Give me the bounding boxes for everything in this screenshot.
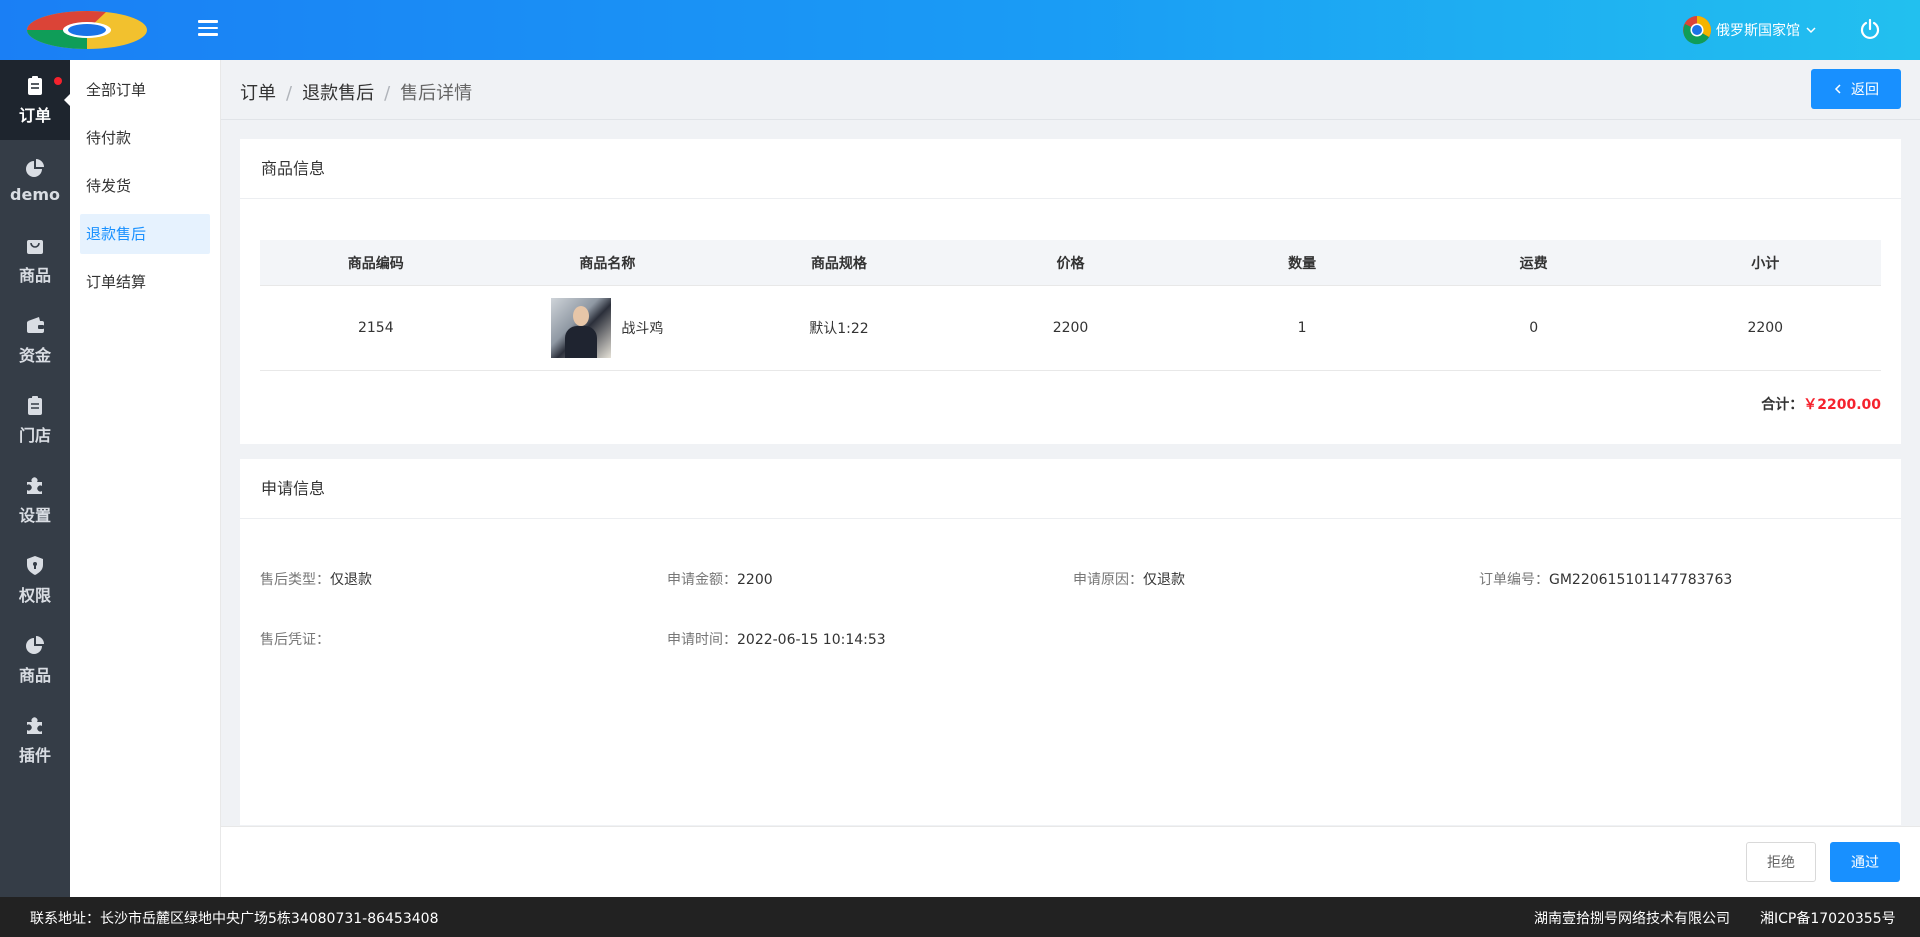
sidebar-item-label: 权限 — [18, 586, 51, 605]
table-header: 商品编码 商品名称 商品规格 价格 数量 运费 小计 — [260, 240, 1881, 286]
puzzle-icon — [27, 717, 42, 734]
column-header: 商品规格 — [810, 255, 867, 272]
product-name-cell: 战斗鸡 — [492, 286, 724, 370]
sidebar-item-store[interactable]: 门店 — [0, 380, 70, 460]
product-spec: 默认1:22 — [809, 321, 869, 337]
info-order-number: 订单编号：GM220615101147783763 — [1479, 572, 1733, 588]
card-title: 商品信息 — [240, 139, 1901, 199]
submenu-item-pending-payment[interactable]: 待付款 — [80, 118, 210, 158]
column-header: 小计 — [1751, 255, 1780, 272]
sidebar-item-label: 订单 — [18, 106, 51, 125]
product-info-card: 商品信息 商品编码 商品名称 商品规格 价格 数量 运费 小计 2154 战斗鸡… — [240, 139, 1901, 444]
sidebar-item-plugins[interactable]: 插件 — [0, 700, 70, 780]
total-label: 合计： — [1761, 397, 1804, 413]
info-refund-proof: 售后凭证： — [260, 632, 330, 648]
sidebar-item-label: 资金 — [18, 346, 51, 365]
puzzle-icon — [27, 477, 42, 494]
shield-icon — [27, 556, 43, 575]
column-header: 运费 — [1519, 255, 1548, 272]
chevron-left-icon — [1834, 84, 1841, 94]
product-thumbnail[interactable] — [551, 298, 612, 358]
pie-chart-icon — [26, 636, 44, 654]
breadcrumb-item-order[interactable]: 订单 — [240, 83, 276, 104]
sidebar-item-goods[interactable]: 商品 — [0, 220, 70, 300]
column-header: 商品编码 — [347, 255, 404, 272]
sidebar-item-label: demo — [10, 184, 60, 204]
back-button-label: 返回 — [1851, 82, 1879, 98]
order-submenu: 全部订单 待付款 待发货 退款售后 订单结算 — [70, 60, 221, 897]
product-name: 战斗鸡 — [621, 321, 664, 337]
action-bar: 拒绝 通过 — [221, 826, 1920, 897]
menu-toggle-icon[interactable] — [198, 20, 218, 40]
footer-company: 湖南壹拾捌号网络技术有限公司 — [1534, 911, 1730, 927]
footer-icp[interactable]: 湘ICP备17020355号 — [1760, 908, 1896, 928]
clipboard-icon — [28, 396, 42, 415]
page-footer: 联系地址：长沙市岳麓区绿地中央广场5栋34080731-86453408 湖南壹… — [0, 897, 1920, 937]
sidebar-item-label: 商品 — [18, 266, 51, 285]
sidebar-item-label: 商品 — [18, 666, 51, 685]
logo-icon[interactable] — [26, 10, 148, 50]
sidebar-item-demo[interactable]: demo — [0, 140, 70, 220]
wallet-icon — [27, 317, 44, 333]
product-qty: 1 — [1297, 320, 1307, 336]
sidebar-item-settings[interactable]: 设置 — [0, 460, 70, 540]
card-title: 申请信息 — [240, 459, 1901, 519]
notification-dot — [54, 77, 62, 85]
store-name: 俄罗斯国家馆 — [1716, 23, 1800, 39]
order-total: 合计：￥2200.00 — [1761, 394, 1881, 414]
chrome-icon — [1683, 16, 1711, 45]
sidebar-item-label: 设置 — [18, 506, 51, 525]
sidebar-item-label: 门店 — [18, 426, 51, 445]
back-button[interactable]: 返回 — [1811, 69, 1901, 109]
product-code: 2154 — [357, 320, 394, 336]
breadcrumb: 订单 / 退款售后 / 售后详情 — [240, 79, 472, 105]
column-header: 价格 — [1056, 255, 1085, 272]
sidebar-item-goods-2[interactable]: 商品 — [0, 620, 70, 700]
product-table: 商品编码 商品名称 商品规格 价格 数量 运费 小计 2154 战斗鸡 默认1:… — [260, 240, 1881, 371]
approve-button[interactable]: 通过 — [1830, 842, 1900, 882]
top-header: 俄罗斯国家馆 — [0, 0, 1920, 60]
clipboard-icon — [28, 76, 42, 95]
column-header: 数量 — [1288, 255, 1317, 272]
bag-icon — [27, 240, 43, 254]
sidebar-item-order[interactable]: 订单 — [0, 60, 70, 140]
apply-info-card: 申请信息 售后类型：仅退款 申请金额：2200 申请原因：仅退款 订单编号：GM… — [240, 459, 1901, 825]
reject-button[interactable]: 拒绝 — [1746, 842, 1816, 882]
submenu-item-settlement[interactable]: 订单结算 — [80, 262, 210, 302]
submenu-item-pending-shipment[interactable]: 待发货 — [80, 166, 210, 206]
info-apply-time: 申请时间：2022-06-15 10:14:53 — [667, 632, 886, 648]
product-shipping: 0 — [1529, 320, 1539, 336]
table-row: 2154 战斗鸡 默认1:22 2200 1 0 2200 — [260, 286, 1881, 371]
breadcrumb-item-refund[interactable]: 退款售后 — [302, 83, 374, 104]
power-icon[interactable] — [1859, 18, 1881, 40]
info-refund-type: 售后类型：仅退款 — [260, 572, 372, 588]
breadcrumb-separator: / — [286, 83, 293, 104]
info-apply-reason: 申请原因：仅退款 — [1073, 572, 1185, 588]
product-price: 2200 — [1052, 320, 1089, 336]
breadcrumb-item-detail: 售后详情 — [400, 83, 473, 104]
chevron-down-icon — [1806, 27, 1816, 34]
column-header: 商品名称 — [579, 255, 636, 272]
sidebar-item-permission[interactable]: 权限 — [0, 540, 70, 620]
product-subtotal: 2200 — [1747, 320, 1784, 336]
store-select[interactable]: 俄罗斯国家馆 — [1682, 15, 1816, 45]
footer-address: 联系地址：长沙市岳麓区绿地中央广场5栋34080731-86453408 — [30, 911, 439, 927]
sidebar-item-funds[interactable]: 资金 — [0, 300, 70, 380]
sidebar-item-label: 插件 — [18, 746, 51, 765]
breadcrumb-separator: / — [384, 83, 391, 104]
total-amount: ￥2200.00 — [1803, 397, 1881, 413]
pie-chart-icon — [26, 158, 44, 177]
submenu-item-all-orders[interactable]: 全部订单 — [80, 70, 210, 110]
main-sidebar: 订单 demo 商品 资金 门店 设置 权限 商品 插件 — [0, 60, 70, 897]
submenu-item-refund[interactable]: 退款售后 — [80, 214, 210, 254]
info-apply-amount: 申请金额：2200 — [667, 572, 773, 588]
breadcrumb-bar: 订单 / 退款售后 / 售后详情 返回 — [221, 60, 1920, 120]
